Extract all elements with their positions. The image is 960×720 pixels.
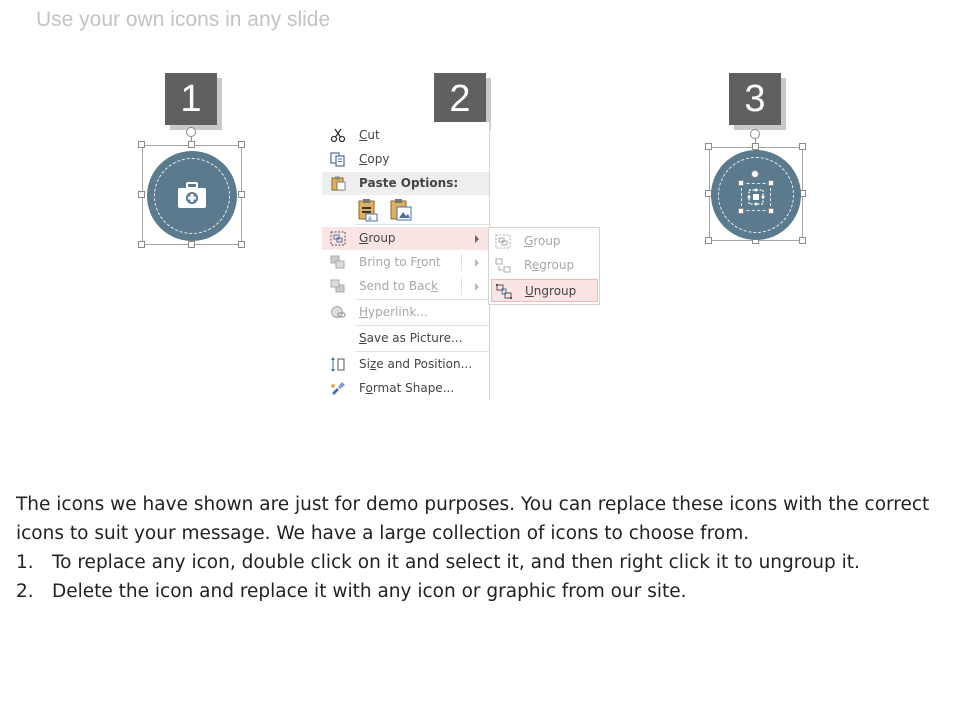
menu-label-part: k bbox=[431, 279, 439, 293]
menu-item-hyperlink[interactable]: Hyperlink... bbox=[322, 301, 489, 324]
menu-label-part: ont bbox=[421, 255, 441, 269]
rotate-handle[interactable] bbox=[751, 170, 759, 178]
group-submenu: Group Regroup Ungroup bbox=[488, 227, 600, 305]
resize-handle[interactable] bbox=[738, 180, 744, 186]
list-text: To replace any icon, double click on it … bbox=[52, 552, 860, 573]
instructions: The icons we have shown are just for dem… bbox=[16, 490, 936, 606]
submenu-arrow-icon bbox=[475, 283, 479, 291]
resize-handle[interactable] bbox=[138, 191, 145, 198]
submenu-arrow-icon bbox=[475, 259, 479, 267]
step-badge-2: 2 bbox=[434, 73, 486, 125]
menu-label-part: ave as Picture... bbox=[366, 331, 463, 345]
list-number: 1. bbox=[16, 552, 34, 573]
resize-handle[interactable] bbox=[799, 237, 806, 244]
resize-handle[interactable] bbox=[138, 241, 145, 248]
group-icon bbox=[330, 231, 346, 246]
size-position-icon bbox=[331, 357, 345, 372]
resize-handle[interactable] bbox=[188, 241, 195, 248]
menu-label-part: S bbox=[359, 331, 367, 345]
step-badge-1: 1 bbox=[165, 73, 217, 125]
rotate-handle[interactable] bbox=[186, 127, 196, 137]
menu-item-copy[interactable]: Copy bbox=[322, 148, 489, 171]
ungroup-icon bbox=[496, 284, 512, 299]
menu-label-part: Bring to F bbox=[359, 255, 417, 269]
regroup-icon bbox=[495, 258, 511, 273]
list-text: Delete the icon and replace it with any … bbox=[52, 581, 687, 602]
menu-item-bring-to-front[interactable]: Bring to Front bbox=[322, 251, 489, 274]
menu-item-group[interactable]: Group bbox=[322, 227, 489, 250]
submenu-item-regroup[interactable]: Regroup bbox=[491, 254, 598, 277]
resize-handle[interactable] bbox=[705, 143, 712, 150]
resize-handle[interactable] bbox=[238, 141, 245, 148]
resize-handle[interactable] bbox=[238, 241, 245, 248]
bring-to-front-icon bbox=[330, 255, 345, 269]
menu-label-part: Send to Bac bbox=[359, 279, 432, 293]
menu-label-part: o bbox=[365, 381, 373, 395]
menu-label-part: H bbox=[359, 305, 369, 319]
resize-handle[interactable] bbox=[138, 141, 145, 148]
resize-handle[interactable] bbox=[799, 143, 806, 150]
resize-handle[interactable] bbox=[752, 143, 759, 150]
menu-label: Paste Options: bbox=[359, 176, 459, 190]
list-item: 1. To replace any icon, double click on … bbox=[16, 548, 936, 577]
submenu-item-ungroup[interactable]: Ungroup bbox=[491, 279, 598, 302]
menu-label-part: opy bbox=[367, 152, 390, 166]
menu-label-part: U bbox=[525, 284, 534, 298]
svg-text:a: a bbox=[368, 215, 372, 222]
ungrouped-shape-icon bbox=[747, 188, 765, 206]
send-to-back-icon bbox=[330, 279, 345, 293]
hyperlink-icon bbox=[331, 306, 346, 318]
clipboard-icon bbox=[331, 176, 346, 191]
menu-label-part: yperlink... bbox=[368, 305, 428, 319]
step-badge-3: 3 bbox=[729, 73, 781, 125]
paste-picture-icon[interactable] bbox=[389, 198, 413, 222]
menu-label-part: G bbox=[524, 234, 534, 248]
rotate-handle[interactable] bbox=[750, 129, 760, 139]
menu-label-part: roup bbox=[368, 231, 396, 245]
menu-item-size-and-position[interactable]: Size and Position... bbox=[322, 353, 489, 376]
list-item: 2. Delete the icon and replace it with a… bbox=[16, 577, 936, 606]
submenu-arrow-icon bbox=[475, 235, 479, 243]
slide-title: Use your own icons in any slide bbox=[36, 8, 331, 31]
submenu-item-group[interactable]: Group bbox=[491, 230, 598, 253]
list-number: 2. bbox=[16, 581, 34, 602]
format-shape-icon bbox=[331, 382, 345, 395]
resize-handle[interactable] bbox=[738, 208, 744, 214]
group-icon bbox=[495, 234, 511, 249]
menu-label-part: e and Position... bbox=[376, 357, 473, 371]
instructions-intro: The icons we have shown are just for dem… bbox=[16, 494, 930, 544]
menu-label-part: Si bbox=[359, 357, 370, 371]
paste-keep-format-icon[interactable]: a bbox=[357, 198, 379, 222]
copy-icon bbox=[330, 152, 345, 167]
menu-label-part: rmat Shape... bbox=[372, 381, 455, 395]
menu-label-part: roup bbox=[533, 234, 561, 248]
menu-item-save-as-picture[interactable]: Save as Picture... bbox=[322, 327, 489, 350]
resize-handle[interactable] bbox=[238, 191, 245, 198]
menu-label-part: group bbox=[539, 258, 575, 272]
menu-label-part: ngroup bbox=[533, 284, 577, 298]
resize-handle[interactable] bbox=[705, 237, 712, 244]
menu-label-part: R bbox=[524, 258, 532, 272]
menu-item-format-shape[interactable]: Format Shape... bbox=[322, 377, 489, 400]
medical-kit-icon bbox=[178, 182, 206, 208]
menu-item-cut[interactable]: Cut bbox=[322, 124, 489, 147]
resize-handle[interactable] bbox=[768, 208, 774, 214]
menu-header-paste-options: Paste Options: bbox=[322, 172, 489, 195]
resize-handle[interactable] bbox=[188, 141, 195, 148]
menu-label-part: G bbox=[359, 231, 369, 245]
context-menu: Cut Copy Paste Options: a Group Bring to… bbox=[322, 122, 490, 400]
menu-label-part: ut bbox=[367, 128, 380, 142]
resize-handle[interactable] bbox=[768, 180, 774, 186]
menu-item-send-to-back[interactable]: Send to Back bbox=[322, 275, 489, 298]
scissors-icon bbox=[330, 128, 346, 143]
